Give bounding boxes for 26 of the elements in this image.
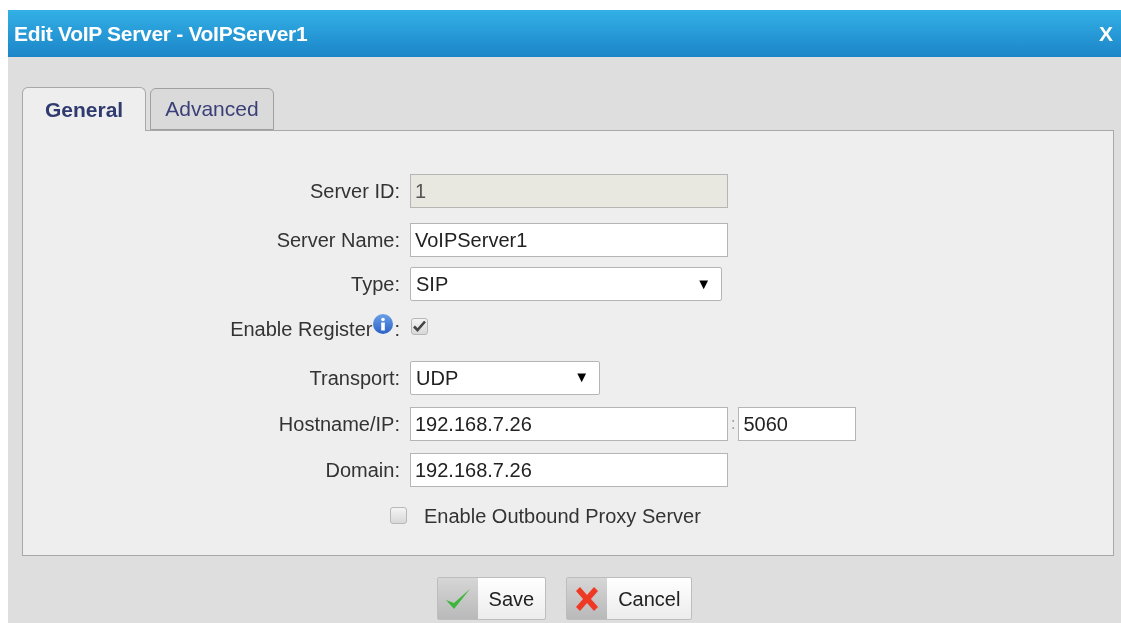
tab[interactable]: Advanced — [150, 88, 274, 130]
window-title: Edit VoIP Server - VoIPServer1 — [14, 20, 308, 47]
colon-text: : — [394, 317, 400, 342]
tab[interactable]: General — [22, 87, 147, 131]
cancel-button[interactable]: Cancel — [566, 577, 693, 620]
field-label: Server Name: — [276, 228, 400, 253]
input-field[interactable]: 192.168.7.26 — [410, 407, 728, 441]
colon-text: : — [730, 414, 737, 434]
field-label: Hostname/IP: — [278, 412, 400, 437]
checkbox[interactable] — [390, 507, 407, 524]
field-label: Transport: — [309, 365, 400, 391]
dropdown[interactable]: SIP ▼ — [410, 267, 722, 301]
checkbox-label[interactable]: Enable Outbound Proxy Server — [424, 500, 701, 531]
input-field[interactable]: 192.168.7.26 — [410, 453, 728, 487]
port-field[interactable]: 5060 — [738, 407, 857, 441]
input-field[interactable]: VoIPServer1 — [410, 223, 728, 257]
field-label: Domain: — [325, 458, 400, 483]
field-label: Enable Register — [230, 317, 373, 342]
field-label: Server ID: — [309, 179, 400, 204]
dropdown-arrow-icon: ▼ — [696, 272, 711, 296]
info-icon[interactable] — [373, 314, 394, 334]
dropdown-arrow-icon: ▼ — [574, 366, 589, 389]
checkbox[interactable] — [411, 317, 428, 335]
field-label: Type: — [351, 272, 400, 297]
save-button[interactable]: Save — [436, 577, 547, 620]
dropdown[interactable]: UDP ▼ — [410, 360, 600, 395]
